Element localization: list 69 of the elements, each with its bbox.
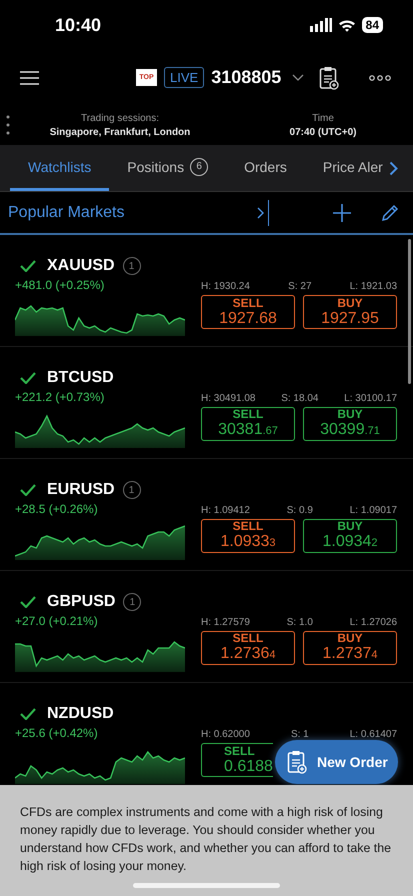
risk-disclaimer: CFDs are complex instruments and come with a high risk of losing money rapidly due to leverage. You should consider whether you understand how CFDs work, and whether you can afford to take the high risk of losing your money. [20, 804, 392, 875]
sessions-value: Singapore, Frankfurt, London [50, 126, 190, 138]
sell-button[interactable]: SELL 1927.68 [201, 295, 295, 329]
sell-button[interactable]: SELL 0.6188 [201, 743, 273, 777]
battery-level: 84 [362, 17, 383, 33]
spread-value: S: 27 [288, 281, 312, 292]
account-type-badge: LIVE [164, 67, 204, 88]
spread-value: S: 1.0 [286, 617, 313, 628]
buy-button[interactable]: BUY 1.27374 [303, 631, 397, 665]
buy-button[interactable]: BUY 1927.95 [303, 295, 397, 329]
high-price: H: 1.27579 [201, 617, 250, 628]
time-value: 07:40 (UTC+0) [290, 126, 356, 138]
add-icon[interactable] [333, 204, 351, 222]
chevron-right-icon[interactable] [256, 206, 264, 218]
wifi-icon [338, 18, 356, 32]
symbol-name: EURUSD [47, 481, 115, 499]
edit-icon[interactable] [381, 204, 399, 222]
clipboard-icon[interactable] [319, 66, 340, 90]
check-icon [20, 372, 36, 384]
more-icon[interactable] [369, 74, 391, 80]
symbol-name: BTCUSD [47, 369, 114, 387]
buy-button[interactable]: BUY 30399.71 [303, 407, 397, 441]
sell-button[interactable]: SELL 30381.67 [201, 407, 295, 441]
position-count: 1 [122, 481, 141, 499]
symbol-name: GBPUSD [47, 593, 116, 611]
price-change: +221.2 (+0.73%) [15, 390, 106, 404]
position-count: 1 [122, 257, 141, 275]
low-price: L: 1.09017 [350, 505, 397, 516]
spread-value: S: 1 [290, 729, 309, 740]
price-change: +25.6 (+0.42%) [15, 726, 99, 740]
low-price: L: 30100.17 [344, 393, 397, 404]
high-price: H: 1.09412 [201, 505, 250, 516]
price-change: +27.0 (+0.21%) [15, 614, 99, 628]
sell-button[interactable]: SELL 1.27364 [201, 631, 295, 665]
tab[interactable]: Watchlists [10, 145, 110, 191]
tab[interactable]: Orders [226, 145, 305, 191]
high-price: H: 30491.08 [201, 393, 256, 404]
check-icon [20, 484, 36, 496]
spread-value: S: 0.9 [286, 505, 313, 516]
buy-button[interactable]: BUY 1.09342 [303, 519, 397, 553]
time-label: Time [312, 112, 334, 124]
price-change: +28.5 (+0.26%) [15, 502, 99, 516]
chevron-down-icon[interactable] [292, 74, 304, 81]
sell-button[interactable]: SELL 1.09333 [201, 519, 295, 553]
check-icon [20, 708, 36, 720]
account-number[interactable]: 3108805 [211, 67, 282, 88]
symbol-name: XAUUSD [47, 257, 115, 275]
sessions-label: Trading sessions: [81, 112, 159, 124]
new-order-button[interactable]: New Order [275, 740, 398, 784]
tab[interactable]: Positions 6 [109, 145, 226, 191]
high-price: H: 1930.24 [201, 281, 250, 292]
low-price: L: 0.61407 [350, 729, 397, 740]
low-price: L: 1.27026 [350, 617, 397, 628]
watchlist-title[interactable]: Popular Markets [8, 204, 124, 222]
symbol-name: NZDUSD [47, 705, 114, 723]
signal-icon [310, 18, 332, 32]
clipboard-icon [287, 750, 307, 774]
high-price: H: 0.62000 [201, 729, 250, 740]
position-count: 1 [123, 593, 142, 611]
menu-icon[interactable] [20, 70, 39, 84]
drag-handle-icon[interactable] [6, 115, 10, 135]
price-change: +481.0 (+0.25%) [15, 278, 106, 292]
spread-value: S: 18.04 [281, 393, 318, 404]
count-badge: 6 [190, 158, 208, 176]
check-icon [20, 260, 36, 272]
low-price: L: 1921.03 [350, 281, 397, 292]
status-time: 10:40 [55, 14, 102, 36]
check-icon [20, 596, 36, 608]
tab[interactable]: Price Aler [304, 145, 401, 191]
